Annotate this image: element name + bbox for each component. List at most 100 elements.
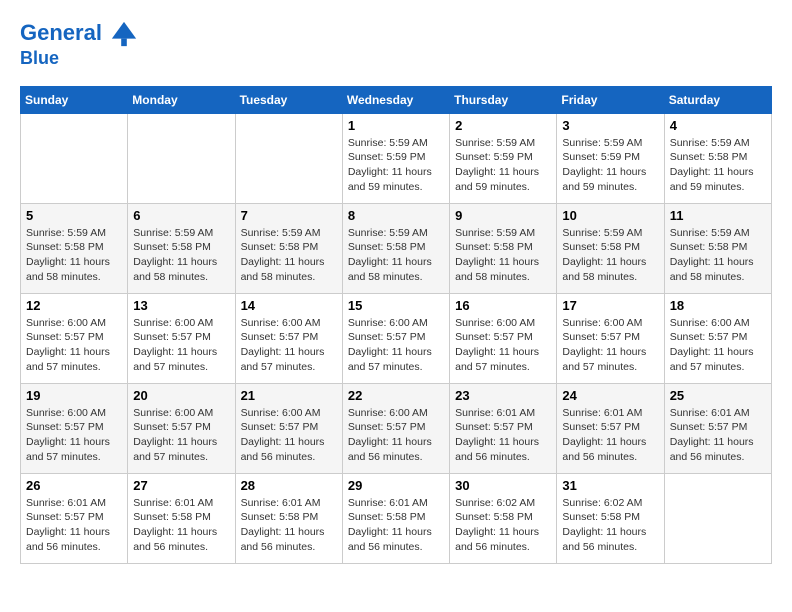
- day-number: 18: [670, 298, 766, 313]
- calendar-cell: [235, 113, 342, 203]
- calendar-cell: 30Sunrise: 6:02 AMSunset: 5:58 PMDayligh…: [450, 473, 557, 563]
- calendar-cell: 9 Sunrise: 5:59 AMSunset: 5:58 PMDaylight…: [450, 203, 557, 293]
- day-info: Sunrise: 6:02 AMSunset: 5:58 PMDaylight:…: [562, 496, 658, 555]
- calendar-cell: 22 Sunrise: 6:00 AMSunset: 5:57 PMDayligh…: [342, 383, 449, 473]
- day-number: 3: [562, 118, 658, 133]
- day-info: Sunrise: 5:59 AMSunset: 5:58 PMDaylight:…: [26, 226, 122, 285]
- calendar-cell: 12 Sunrise: 6:00 AMSunset: 5:57 PMDayligh…: [21, 293, 128, 383]
- day-info: Sunrise: 6:00 AMSunset: 5:57 PMDaylight:…: [670, 316, 766, 375]
- calendar-cell: 29 Sunrise: 6:01 AMSunset: 5:58 PMDayligh…: [342, 473, 449, 563]
- calendar-cell: 25 Sunrise: 6:01 AMSunset: 5:57 PMDayligh…: [664, 383, 771, 473]
- day-number: 27: [133, 478, 229, 493]
- calendar-cell: 5Sunrise: 5:59 AMSunset: 5:58 PMDaylight…: [21, 203, 128, 293]
- day-info: Sunrise: 6:01 AMSunset: 5:58 PMDaylight:…: [133, 496, 229, 555]
- day-number: 15: [348, 298, 444, 313]
- calendar-cell: 10 Sunrise: 5:59 AMSunset: 5:58 PMDayligh…: [557, 203, 664, 293]
- calendar-cell: 14 Sunrise: 6:00 AMSunset: 5:57 PMDayligh…: [235, 293, 342, 383]
- day-info: Sunrise: 6:00 AMSunset: 5:57 PMDaylight:…: [348, 316, 444, 375]
- day-info: Sunrise: 6:00 AMSunset: 5:57 PMDaylight:…: [133, 406, 229, 465]
- logo: General Blue: [20, 20, 138, 70]
- day-info: Sunrise: 6:00 AMSunset: 5:57 PMDaylight:…: [26, 316, 122, 375]
- day-info: Sunrise: 5:59 AMSunset: 5:58 PMDaylight:…: [455, 226, 551, 285]
- calendar-cell: 7 Sunrise: 5:59 AMSunset: 5:58 PMDaylight…: [235, 203, 342, 293]
- calendar-cell: 18 Sunrise: 6:00 AMSunset: 5:57 PMDayligh…: [664, 293, 771, 383]
- day-info: Sunrise: 5:59 AMSunset: 5:58 PMDaylight:…: [348, 226, 444, 285]
- day-number: 24: [562, 388, 658, 403]
- day-info: Sunrise: 6:00 AMSunset: 5:57 PMDaylight:…: [241, 316, 337, 375]
- weekday-header-thursday: Thursday: [450, 86, 557, 113]
- day-number: 7: [241, 208, 337, 223]
- calendar-cell: 20 Sunrise: 6:00 AMSunset: 5:57 PMDayligh…: [128, 383, 235, 473]
- weekday-header-wednesday: Wednesday: [342, 86, 449, 113]
- calendar-cell: 27 Sunrise: 6:01 AMSunset: 5:58 PMDayligh…: [128, 473, 235, 563]
- day-number: 1: [348, 118, 444, 133]
- day-number: 28: [241, 478, 337, 493]
- calendar-cell: 24 Sunrise: 6:01 AMSunset: 5:57 PMDayligh…: [557, 383, 664, 473]
- weekday-header-sunday: Sunday: [21, 86, 128, 113]
- day-info: Sunrise: 6:00 AMSunset: 5:57 PMDaylight:…: [26, 406, 122, 465]
- day-info: Sunrise: 6:01 AMSunset: 5:57 PMDaylight:…: [670, 406, 766, 465]
- calendar-cell: 19 Sunrise: 6:00 AMSunset: 5:57 PMDayligh…: [21, 383, 128, 473]
- day-info: Sunrise: 5:59 AMSunset: 5:59 PMDaylight:…: [455, 136, 551, 195]
- calendar-cell: 2 Sunrise: 5:59 AMSunset: 5:59 PMDaylight…: [450, 113, 557, 203]
- calendar-cell: 8Sunrise: 5:59 AMSunset: 5:58 PMDaylight…: [342, 203, 449, 293]
- weekday-header-friday: Friday: [557, 86, 664, 113]
- calendar-cell: [128, 113, 235, 203]
- day-info: Sunrise: 6:00 AMSunset: 5:57 PMDaylight:…: [241, 406, 337, 465]
- calendar-cell: 1Sunrise: 5:59 AMSunset: 5:59 PMDaylight…: [342, 113, 449, 203]
- day-number: 29: [348, 478, 444, 493]
- weekday-header-tuesday: Tuesday: [235, 86, 342, 113]
- day-number: 6: [133, 208, 229, 223]
- calendar-cell: 6 Sunrise: 5:59 AMSunset: 5:58 PMDaylight…: [128, 203, 235, 293]
- day-number: 2: [455, 118, 551, 133]
- day-number: 31: [562, 478, 658, 493]
- day-info: Sunrise: 6:01 AMSunset: 5:58 PMDaylight:…: [348, 496, 444, 555]
- day-number: 25: [670, 388, 766, 403]
- day-info: Sunrise: 6:00 AMSunset: 5:57 PMDaylight:…: [133, 316, 229, 375]
- day-number: 20: [133, 388, 229, 403]
- day-info: Sunrise: 5:59 AMSunset: 5:58 PMDaylight:…: [241, 226, 337, 285]
- day-info: Sunrise: 6:01 AMSunset: 5:57 PMDaylight:…: [562, 406, 658, 465]
- day-info: Sunrise: 6:01 AMSunset: 5:57 PMDaylight:…: [26, 496, 122, 555]
- day-number: 22: [348, 388, 444, 403]
- day-number: 17: [562, 298, 658, 313]
- day-number: 14: [241, 298, 337, 313]
- day-number: 12: [26, 298, 122, 313]
- day-info: Sunrise: 5:59 AMSunset: 5:58 PMDaylight:…: [670, 136, 766, 195]
- day-number: 21: [241, 388, 337, 403]
- calendar-cell: 17 Sunrise: 6:00 AMSunset: 5:57 PMDayligh…: [557, 293, 664, 383]
- day-number: 13: [133, 298, 229, 313]
- day-number: 19: [26, 388, 122, 403]
- calendar-table: SundayMondayTuesdayWednesdayThursdayFrid…: [20, 86, 772, 564]
- calendar-cell: 31 Sunrise: 6:02 AMSunset: 5:58 PMDayligh…: [557, 473, 664, 563]
- calendar-cell: 13 Sunrise: 6:00 AMSunset: 5:57 PMDayligh…: [128, 293, 235, 383]
- calendar-cell: [21, 113, 128, 203]
- logo-blue-text: Blue: [20, 48, 138, 70]
- day-info: Sunrise: 6:01 AMSunset: 5:58 PMDaylight:…: [241, 496, 337, 555]
- page-header: General Blue: [20, 20, 772, 70]
- calendar-cell: 26 Sunrise: 6:01 AMSunset: 5:57 PMDayligh…: [21, 473, 128, 563]
- day-number: 9: [455, 208, 551, 223]
- day-number: 10: [562, 208, 658, 223]
- day-number: 26: [26, 478, 122, 493]
- day-info: Sunrise: 6:00 AMSunset: 5:57 PMDaylight:…: [348, 406, 444, 465]
- calendar-cell: 4 Sunrise: 5:59 AMSunset: 5:58 PMDaylight…: [664, 113, 771, 203]
- day-info: Sunrise: 5:59 AMSunset: 5:58 PMDaylight:…: [670, 226, 766, 285]
- calendar-cell: 3 Sunrise: 5:59 AMSunset: 5:59 PMDaylight…: [557, 113, 664, 203]
- calendar-cell: [664, 473, 771, 563]
- logo-text: General: [20, 20, 138, 48]
- day-info: Sunrise: 6:00 AMSunset: 5:57 PMDaylight:…: [455, 316, 551, 375]
- calendar-cell: 21 Sunrise: 6:00 AMSunset: 5:57 PMDayligh…: [235, 383, 342, 473]
- day-info: Sunrise: 5:59 AMSunset: 5:58 PMDaylight:…: [562, 226, 658, 285]
- day-info: Sunrise: 5:59 AMSunset: 5:59 PMDaylight:…: [562, 136, 658, 195]
- day-info: Sunrise: 5:59 AMSunset: 5:58 PMDaylight:…: [133, 226, 229, 285]
- day-info: Sunrise: 6:00 AMSunset: 5:57 PMDaylight:…: [562, 316, 658, 375]
- weekday-header-monday: Monday: [128, 86, 235, 113]
- day-number: 4: [670, 118, 766, 133]
- calendar-cell: 11Sunrise: 5:59 AMSunset: 5:58 PMDayligh…: [664, 203, 771, 293]
- calendar-cell: 23Sunrise: 6:01 AMSunset: 5:57 PMDayligh…: [450, 383, 557, 473]
- day-number: 23: [455, 388, 551, 403]
- calendar-cell: 15 Sunrise: 6:00 AMSunset: 5:57 PMDayligh…: [342, 293, 449, 383]
- calendar-cell: 16Sunrise: 6:00 AMSunset: 5:57 PMDayligh…: [450, 293, 557, 383]
- weekday-header-saturday: Saturday: [664, 86, 771, 113]
